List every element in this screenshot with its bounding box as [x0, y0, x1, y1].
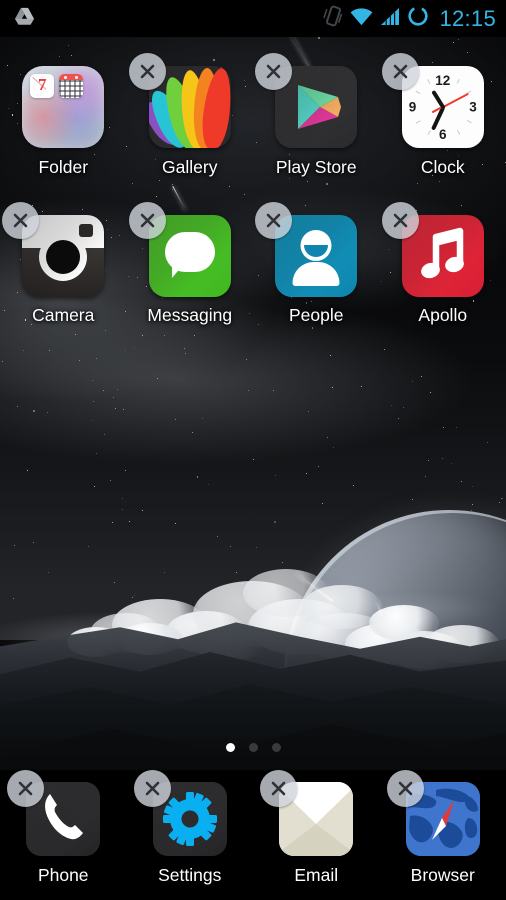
- folder-icon[interactable]: 7: [22, 66, 105, 148]
- app-apollo[interactable]: Apollo: [380, 202, 506, 325]
- app-grid-row-2: Camera Messaging People Apollo: [0, 202, 506, 325]
- battery-circle-icon: [407, 5, 429, 32]
- page-dot-2[interactable]: [248, 743, 258, 752]
- dock-phone-icon-wrap[interactable]: [7, 770, 101, 856]
- status-bar-clock: 12:15: [439, 5, 496, 31]
- app-people-label: People: [289, 305, 344, 325]
- vibrate-icon: [323, 5, 343, 32]
- app-gallery-icon-wrap[interactable]: [128, 53, 231, 148]
- app-gallery-label: Gallery: [162, 157, 218, 177]
- app-messaging-icon-wrap[interactable]: [128, 202, 231, 297]
- signal-bars-icon: [380, 7, 400, 31]
- clock-center-pin: [440, 105, 445, 109]
- app-clock-icon-wrap[interactable]: 12 3 6 9: [381, 53, 484, 148]
- dock-phone[interactable]: Phone: [0, 770, 127, 900]
- status-bar-system-icons[interactable]: 12:15: [323, 5, 496, 32]
- dock-email-icon-wrap[interactable]: [260, 770, 354, 856]
- app-clock-label: Clock: [420, 157, 465, 177]
- dock-phone-label: Phone: [37, 865, 89, 885]
- remove-app-badge-messaging[interactable]: [128, 202, 166, 239]
- app-clock[interactable]: 12 3 6 9 Clock: [380, 53, 506, 177]
- app-play-store-icon-wrap[interactable]: [255, 53, 358, 148]
- app-people[interactable]: People: [253, 202, 380, 325]
- app-apollo-label: Apollo: [418, 305, 468, 325]
- folder-mini-calendar-day: 7: [30, 74, 55, 98]
- remove-app-badge-play-store[interactable]: [255, 53, 293, 90]
- clock-numeral-6: 6: [438, 127, 447, 142]
- wifi-icon: [350, 7, 373, 31]
- app-messaging-label: Messaging: [147, 305, 233, 325]
- dock-settings-label: Settings: [158, 865, 222, 885]
- page-indicator: [0, 743, 506, 752]
- app-play-store[interactable]: Play Store: [253, 53, 380, 177]
- dock-email[interactable]: Email: [253, 770, 380, 900]
- app-camera-icon-wrap[interactable]: [2, 202, 105, 297]
- dock-browser-label: Browser: [410, 865, 475, 885]
- clock-second-hand: [442, 92, 469, 108]
- remove-app-badge-email[interactable]: [260, 770, 298, 807]
- dock: Phone Settings Email Browser: [0, 770, 506, 900]
- app-apollo-icon-wrap[interactable]: [381, 202, 484, 297]
- dock-browser-icon-wrap[interactable]: [386, 770, 480, 856]
- app-camera-label: Camera: [32, 305, 95, 325]
- remove-app-badge-phone[interactable]: [7, 770, 45, 807]
- app-people-icon-wrap[interactable]: [255, 202, 358, 297]
- app-gallery[interactable]: Gallery: [127, 53, 254, 177]
- folder-mini-calendar-month: [59, 74, 84, 98]
- remove-app-badge-browser[interactable]: [386, 770, 424, 807]
- dock-email-label: Email: [294, 865, 339, 885]
- app-messaging[interactable]: Messaging: [127, 202, 254, 325]
- remove-app-badge-gallery[interactable]: [128, 53, 166, 90]
- page-dot-3[interactable]: [271, 743, 281, 752]
- remove-app-badge-people[interactable]: [255, 202, 293, 239]
- status-bar-notifications[interactable]: [14, 7, 35, 31]
- clock-numeral-3: 3: [469, 99, 477, 115]
- clock-numeral-9: 9: [408, 99, 417, 115]
- app-folder-icon-wrap[interactable]: 7: [22, 66, 105, 148]
- google-drive-icon: [14, 7, 35, 31]
- dock-settings-icon-wrap[interactable]: [133, 770, 227, 856]
- dock-browser[interactable]: Browser: [380, 770, 506, 900]
- page-dot-1[interactable]: [225, 743, 235, 752]
- app-grid-row-1: 7 Folder Gallery Play Store 12 3 6 9 Clo…: [0, 53, 506, 177]
- home-screen-app-grid: 7 Folder Gallery Play Store 12 3 6 9 Clo…: [0, 53, 506, 325]
- app-folder[interactable]: 7 Folder: [0, 56, 127, 177]
- remove-app-badge-clock[interactable]: [381, 53, 419, 90]
- app-camera[interactable]: Camera: [0, 202, 127, 325]
- status-bar[interactable]: 12:15: [0, 0, 506, 37]
- remove-app-badge-apollo[interactable]: [381, 202, 419, 239]
- dock-settings[interactable]: Settings: [127, 770, 254, 900]
- app-play-store-label: Play Store: [275, 157, 357, 177]
- remove-app-badge-camera[interactable]: [2, 202, 40, 239]
- remove-app-badge-settings[interactable]: [133, 770, 171, 807]
- app-folder-label: Folder: [38, 157, 89, 177]
